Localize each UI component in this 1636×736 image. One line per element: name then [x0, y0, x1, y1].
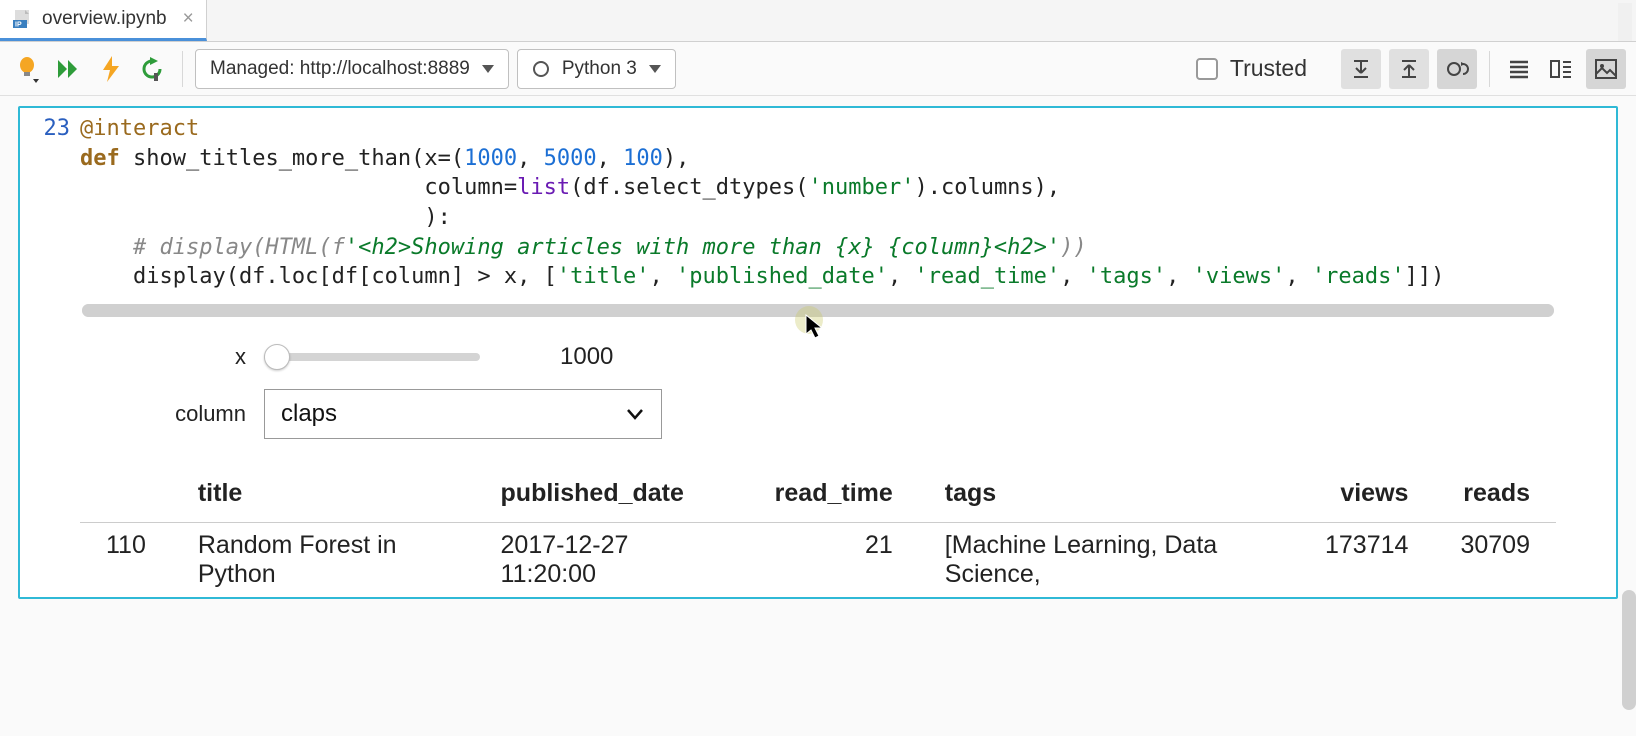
df-cell: 21: [749, 523, 919, 598]
chevron-down-icon: [482, 65, 494, 73]
dataframe-table: titlepublished_dateread_timetagsviewsrea…: [80, 471, 1556, 597]
lightbulb-icon[interactable]: [10, 52, 44, 86]
lightning-icon[interactable]: [94, 52, 128, 86]
select-label: column: [90, 401, 264, 427]
cell-input[interactable]: 23 @interact def show_titles_more_than(x…: [20, 108, 1616, 296]
ipynb-file-icon: IP: [12, 9, 32, 29]
df-col-header: [80, 471, 172, 523]
scrollbar-thumb[interactable]: [82, 304, 1554, 317]
chevron-down-icon: [625, 407, 645, 421]
df-col-header: views: [1299, 471, 1434, 523]
code-editor[interactable]: @interact def show_titles_more_than(x=(1…: [80, 114, 1444, 292]
tab-filename: overview.ipynb: [42, 8, 167, 30]
server-dropdown[interactable]: Managed: http://localhost:8889: [195, 49, 509, 89]
df-cell: 173714: [1299, 523, 1434, 598]
df-cell: 110: [80, 523, 172, 598]
run-all-icon[interactable]: [52, 52, 86, 86]
restart-run-icon[interactable]: [136, 52, 170, 86]
slider-thumb[interactable]: [264, 344, 290, 370]
kernel-label: Python 3: [562, 58, 637, 80]
close-icon[interactable]: ×: [183, 8, 194, 30]
toolbar-separator: [1489, 51, 1490, 87]
column-select[interactable]: claps: [264, 389, 662, 439]
horizontal-scrollbar[interactable]: [82, 304, 1554, 317]
df-col-header: title: [172, 471, 475, 523]
vertical-scrollbar-thumb[interactable]: [1622, 590, 1636, 710]
interact-widgets: x 1000 column claps: [20, 327, 1616, 471]
slider-value: 1000: [560, 343, 613, 371]
kernel-dropdown[interactable]: Python 3: [517, 49, 676, 89]
df-col-header: reads: [1434, 471, 1556, 523]
toolbar-separator: [182, 51, 183, 87]
execution-count: 23: [24, 114, 80, 141]
df-col-header: tags: [919, 471, 1299, 523]
notebook-toolbar: Managed: http://localhost:8889 Python 3 …: [0, 42, 1636, 96]
upload-icon[interactable]: [1389, 49, 1429, 89]
df-col-header: published_date: [475, 471, 749, 523]
df-col-header: read_time: [749, 471, 919, 523]
file-tab[interactable]: IP overview.ipynb ×: [0, 0, 207, 41]
df-cell: [Machine Learning, Data Science,: [919, 523, 1299, 598]
slider-row: x 1000: [90, 343, 1546, 371]
df-cell: 2017-12-27 11:20:00: [475, 523, 749, 598]
select-value: claps: [281, 400, 337, 428]
trusted-label: Trusted: [1230, 55, 1307, 82]
table-row: 110Random Forest in Python2017-12-27 11:…: [80, 523, 1556, 598]
list-view-icon[interactable]: [1502, 52, 1536, 86]
df-cell: 30709: [1434, 523, 1556, 598]
image-view-icon[interactable]: [1586, 49, 1626, 89]
server-label: Managed: http://localhost:8889: [210, 58, 470, 80]
trusted-checkbox[interactable]: [1196, 58, 1218, 80]
editor-scrollbar-track[interactable]: [1618, 3, 1632, 41]
code-cell[interactable]: 23 @interact def show_titles_more_than(x…: [18, 106, 1618, 599]
select-row: column claps: [90, 389, 1546, 439]
split-view-icon[interactable]: [1544, 52, 1578, 86]
tab-bar: IP overview.ipynb ×: [0, 0, 1636, 42]
x-slider[interactable]: [264, 353, 480, 361]
download-icon[interactable]: [1341, 49, 1381, 89]
notebook-area: 23 @interact def show_titles_more_than(x…: [0, 96, 1636, 736]
svg-text:IP: IP: [15, 22, 22, 29]
chevron-down-icon: [649, 65, 661, 73]
trusted-toggle[interactable]: Trusted: [1196, 55, 1307, 82]
kernel-status-icon: [532, 60, 550, 78]
slider-label: x: [90, 344, 264, 370]
sync-settings-icon[interactable]: [1437, 49, 1477, 89]
dataframe-output: titlepublished_dateread_timetagsviewsrea…: [20, 471, 1616, 597]
df-cell: Random Forest in Python: [172, 523, 475, 598]
